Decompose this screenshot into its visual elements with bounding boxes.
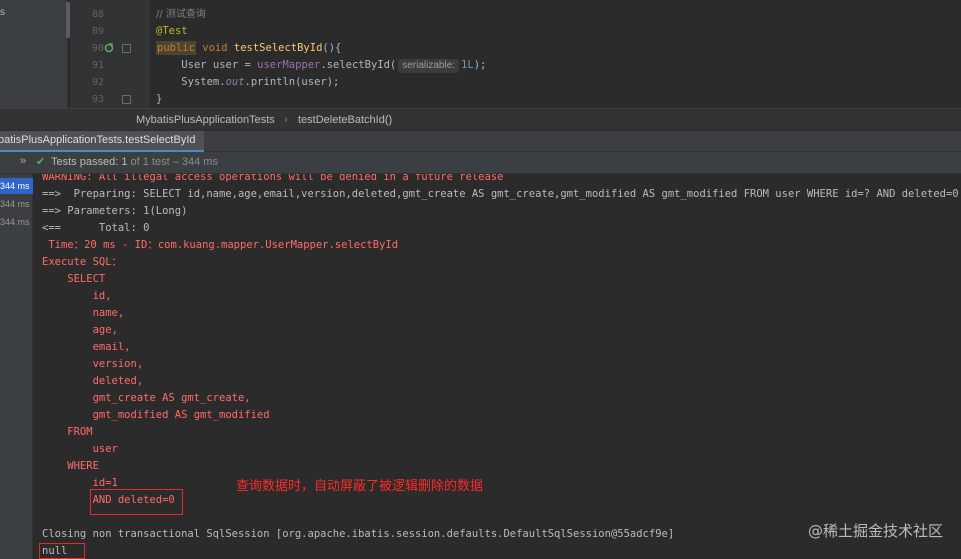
- sql-line: email,: [42, 341, 131, 353]
- sql-line: deleted,: [42, 375, 144, 387]
- console-total: <== Total: 0: [42, 222, 150, 234]
- highlight-box-null: [39, 543, 85, 559]
- sql-line: gmt_create AS gmt_create,: [42, 392, 251, 404]
- code-line-88: // 测试查询: [156, 6, 206, 23]
- method-paren: (){: [322, 42, 342, 54]
- breadcrumb-method[interactable]: testDeleteBatchId(): [298, 113, 392, 127]
- tests-passed-label: Tests passed:: [51, 156, 122, 168]
- field-user-mapper: userMapper: [257, 59, 321, 71]
- expand-chevron-icon[interactable]: »: [20, 155, 26, 167]
- tests-passed-rest: of 1 test – 344 ms: [127, 156, 218, 168]
- line-number: 88: [91, 9, 104, 20]
- method-name: testSelectById: [233, 42, 323, 54]
- test-tree: 344 ms 344 ms 344 ms: [0, 174, 33, 559]
- breadcrumb-separator-icon: ›: [284, 114, 288, 126]
- closing-brace: }: [156, 93, 163, 105]
- highlight-box-deleted: [90, 489, 183, 515]
- gutter-line: 93: [70, 91, 150, 108]
- sql-line: id,: [42, 290, 112, 302]
- run-tab[interactable]: batisPlusApplicationTests.testSelectById: [0, 131, 204, 152]
- tree-item[interactable]: 344 ms: [0, 178, 33, 194]
- console-closing: Closing non transactional SqlSession [or…: [42, 528, 675, 540]
- test-status-bar: » ✔ Tests passed: 1 of 1 test – 344 ms: [0, 152, 961, 174]
- gutter-line: 91: [70, 57, 150, 74]
- breadcrumb: MybatisPlusApplicationTests › testDelete…: [0, 108, 961, 131]
- editor-gutter: 88 89 90 91 92 93: [70, 0, 150, 108]
- code-editor[interactable]: s 88 89 90 91 92 93 // 测试查询 @Test public…: [0, 0, 961, 108]
- parameter-hint: serializable:: [398, 59, 460, 73]
- line-number: 90: [91, 43, 104, 54]
- sql-line: name,: [42, 307, 125, 319]
- sql-line: gmt_modified AS gmt_modified: [42, 409, 270, 421]
- run-tab-bar: batisPlusApplicationTests.testSelectById: [0, 131, 961, 152]
- sql-line: age,: [42, 324, 118, 336]
- project-panel[interactable]: s: [0, 0, 70, 108]
- annotation-note: 查询数据时，自动屏蔽了被逻辑删除的数据: [236, 479, 484, 494]
- code-text: System.: [181, 76, 226, 88]
- console-warning: WARNING: All illegal access operations w…: [42, 174, 504, 183]
- code-comment: // 测试查询: [156, 9, 206, 20]
- code-text: User user =: [181, 59, 258, 71]
- console-execute-sql: Execute SQL：: [42, 256, 123, 268]
- sql-line: FROM: [42, 426, 93, 438]
- console-preparing: ==> Preparing: SELECT id,name,age,email,…: [42, 188, 959, 200]
- fold-marker-icon[interactable]: [122, 44, 131, 53]
- check-icon: ✔: [36, 155, 46, 168]
- console-time: Time：20 ms - ID：com.kuang.mapper.UserMap…: [42, 239, 399, 251]
- gutter-line: 89: [70, 23, 150, 40]
- tree-item[interactable]: 344 ms: [0, 196, 33, 212]
- sql-line: user: [42, 443, 118, 455]
- gutter-line: 92: [70, 74, 150, 91]
- gutter-line: 90: [70, 40, 150, 57]
- gutter-line: 88: [70, 6, 150, 23]
- tree-item[interactable]: 344 ms: [0, 214, 33, 230]
- number-literal: 1L: [461, 59, 474, 71]
- line-number: 91: [91, 60, 104, 71]
- watermark: @稀土掘金技术社区: [807, 522, 943, 540]
- keyword-void: void: [202, 42, 228, 54]
- code-text: );: [473, 59, 487, 71]
- line-number: 92: [91, 77, 104, 88]
- run-tab-label: batisPlusApplicationTests.testSelectById: [0, 134, 196, 146]
- code-line-91: User user = userMapper.selectById(serial…: [156, 57, 486, 74]
- test-status-text: Tests passed: 1 of 1 test – 344 ms: [51, 156, 218, 168]
- code-text: .println(user);: [244, 76, 340, 88]
- sql-line: SELECT: [42, 273, 106, 285]
- code-line-89: @Test: [156, 23, 188, 40]
- test-annotation: @Test: [156, 25, 188, 37]
- line-number: 93: [91, 94, 104, 105]
- code-line-93: }: [156, 91, 162, 108]
- code-area[interactable]: // 测试查询 @Test public void testSelectById…: [156, 0, 856, 108]
- run-test-icon[interactable]: [104, 40, 114, 57]
- sql-line: WHERE: [42, 460, 99, 472]
- code-text: .selectById(: [320, 59, 397, 71]
- keyword-public: public: [156, 41, 196, 55]
- project-panel-fragment: s: [0, 7, 5, 18]
- line-number: 89: [91, 26, 104, 37]
- code-line-90: public void testSelectById(){: [156, 40, 341, 57]
- code-line-92: System.out.println(user);: [156, 74, 339, 91]
- console-parameters: ==> Parameters: 1(Long): [42, 205, 188, 217]
- static-field-out: out: [225, 76, 245, 88]
- fold-marker-icon[interactable]: [122, 95, 131, 104]
- sql-line: version,: [42, 358, 144, 370]
- breadcrumb-class[interactable]: MybatisPlusApplicationTests: [136, 113, 275, 127]
